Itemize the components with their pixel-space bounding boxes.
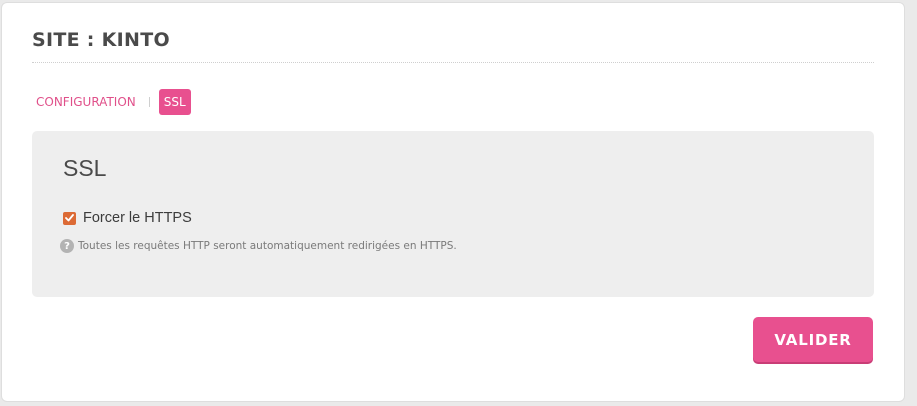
help-row: ? Toutes les requêtes HTTP seront automa…: [60, 239, 457, 253]
checkmark-icon: [65, 214, 74, 222]
settings-card: SITE : KINTO CONFIGURATION SSL SSL Force…: [1, 2, 905, 402]
page-title: SITE : KINTO: [32, 29, 170, 51]
force-https-row: Forcer le HTTPS: [63, 210, 192, 226]
panel-title: SSL: [63, 155, 107, 181]
title-divider: [32, 62, 874, 63]
tab-separator: [148, 97, 150, 107]
tab-configuration[interactable]: CONFIGURATION: [36, 95, 136, 109]
question-circle-icon: ?: [60, 239, 74, 253]
ssl-panel: SSL Forcer le HTTPS ? Toutes les requête…: [32, 131, 874, 297]
help-text: Toutes les requêtes HTTP seront automati…: [78, 240, 457, 252]
tab-bar: CONFIGURATION SSL: [36, 89, 191, 115]
force-https-label[interactable]: Forcer le HTTPS: [83, 210, 192, 226]
force-https-checkbox[interactable]: [63, 211, 76, 225]
tab-ssl[interactable]: SSL: [158, 89, 191, 115]
submit-button[interactable]: VALIDER: [753, 317, 873, 362]
